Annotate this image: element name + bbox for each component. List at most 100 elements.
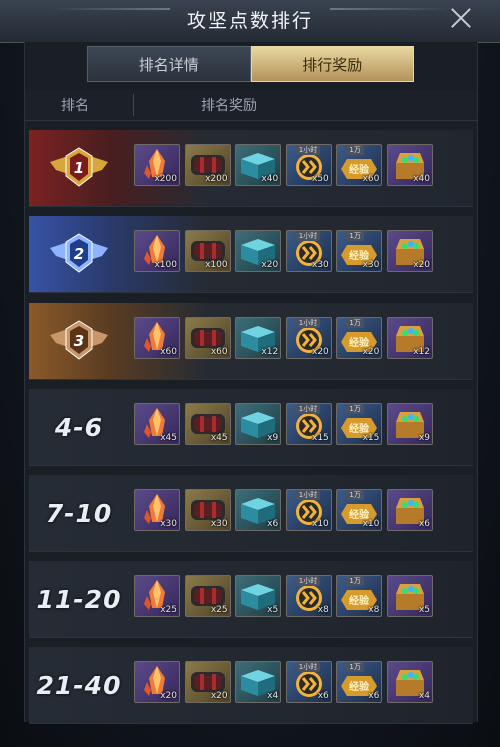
column-reward: 排名奖励 — [201, 98, 257, 114]
rank-range: 4-6 — [54, 412, 104, 442]
speedup-item[interactable]: 1小时 x8 — [285, 575, 332, 617]
item-quantity: x10 — [362, 519, 380, 529]
supply-crate-item[interactable]: x12 — [235, 317, 282, 359]
treasure-chest-item[interactable]: x6 — [386, 489, 433, 531]
window-header: 攻坚点数排行 — [0, 0, 500, 43]
reward-items: x45 x45 x9 1小时 x15 经验 1万 x15 x9 — [134, 403, 438, 445]
crystal-item[interactable]: x25 — [134, 575, 180, 617]
item-tag: 1小时 — [295, 404, 321, 414]
exp-item[interactable]: 经验 1万 x10 — [336, 489, 383, 531]
rank-range: 11-20 — [36, 584, 122, 614]
item-quantity: x30 — [210, 519, 228, 529]
exp-item[interactable]: 经验 1万 x15 — [336, 403, 383, 445]
rank-cell: 4-6 — [29, 389, 129, 465]
item-tag: 1小时 — [295, 318, 321, 328]
column-header: 排名 排名奖励 — [25, 90, 477, 121]
supply-crate-item[interactable]: x5 — [235, 575, 282, 617]
exp-item[interactable]: 经验 1万 x30 — [336, 230, 383, 272]
item-tag: 1万 — [346, 662, 364, 672]
armor-case-item[interactable]: x20 — [184, 661, 231, 703]
item-quantity: x200 — [205, 174, 228, 184]
item-quantity: x8 — [317, 605, 329, 615]
item-tag: 1小时 — [295, 490, 321, 500]
treasure-chest-item[interactable]: x9 — [386, 403, 433, 445]
leaderboard-window: 攻坚点数排行 排名详情 排行奖励 排名 排名奖励 1 x200 x200 x40 1小时… — [0, 0, 500, 747]
armor-case-item[interactable]: x60 — [184, 317, 231, 359]
item-quantity: x60 — [160, 347, 177, 357]
item-quantity: x20 — [210, 691, 228, 701]
speedup-item[interactable]: 1小时 x50 — [285, 144, 332, 186]
column-rank: 排名 — [61, 98, 89, 114]
speedup-item[interactable]: 1小时 x30 — [285, 230, 332, 272]
treasure-chest-item[interactable]: x20 — [386, 230, 433, 272]
rank-medal-icon: 2 — [50, 233, 108, 273]
rank-range: 21-40 — [36, 670, 122, 700]
exp-item[interactable]: 经验 1万 x20 — [336, 317, 383, 359]
speedup-item[interactable]: 1小时 x10 — [285, 489, 332, 531]
item-quantity: x5 — [267, 605, 279, 615]
reward-row: 1 x200 x200 x40 1小时 x50 经验 1万 x60 x40 — [29, 130, 473, 207]
column-divider — [133, 94, 134, 116]
armor-case-item[interactable]: x30 — [184, 489, 231, 531]
close-icon[interactable] — [450, 7, 472, 29]
item-quantity: x12 — [413, 347, 430, 357]
exp-item[interactable]: 经验 1万 x6 — [336, 661, 383, 703]
reward-row: 4-6 x45 x45 x9 1小时 x15 经验 1万 x15 x9 — [29, 389, 473, 466]
item-quantity: x60 — [210, 347, 228, 357]
item-tag: 1小时 — [295, 662, 321, 672]
treasure-chest-item[interactable]: x12 — [386, 317, 433, 359]
armor-case-item[interactable]: x25 — [184, 575, 231, 617]
item-tag: 1万 — [346, 404, 364, 414]
crystal-item[interactable]: x60 — [134, 317, 180, 359]
item-tag: 1万 — [346, 231, 364, 241]
reward-row: 7-10 x30 x30 x6 1小时 x10 经验 1万 x10 x6 — [29, 475, 473, 552]
treasure-chest-item[interactable]: x5 — [386, 575, 433, 617]
crystal-item[interactable]: x45 — [134, 403, 180, 445]
rank-medal-icon: 1 — [50, 147, 108, 187]
item-quantity: x20 — [160, 691, 177, 701]
supply-crate-item[interactable]: x4 — [235, 661, 282, 703]
item-quantity: x5 — [418, 605, 430, 615]
item-quantity: x25 — [210, 605, 228, 615]
treasure-chest-item[interactable]: x4 — [386, 661, 433, 703]
reward-row: 2 x100 x100 x20 1小时 x30 经验 1万 x30 x20 — [29, 216, 473, 293]
item-quantity: x40 — [413, 174, 430, 184]
supply-crate-item[interactable]: x6 — [235, 489, 282, 531]
exp-item[interactable]: 经验 1万 x60 — [336, 144, 383, 186]
reward-items: x25 x25 x5 1小时 x8 经验 1万 x8 x5 — [134, 575, 438, 617]
crystal-item[interactable]: x20 — [134, 661, 180, 703]
tab-rank-details[interactable]: 排名详情 — [87, 46, 251, 82]
armor-case-item[interactable]: x100 — [184, 230, 231, 272]
item-quantity: x60 — [362, 174, 380, 184]
rank-cell: 3 — [29, 303, 129, 379]
rank-range: 7-10 — [45, 498, 113, 528]
tab-rank-rewards[interactable]: 排行奖励 — [250, 46, 414, 82]
reward-row: 11-20 x25 x25 x5 1小时 x8 经验 1万 x8 x5 — [29, 561, 473, 638]
item-quantity: x15 — [362, 433, 380, 443]
armor-case-item[interactable]: x200 — [184, 144, 231, 186]
speedup-item[interactable]: 1小时 x6 — [285, 661, 332, 703]
treasure-chest-item[interactable]: x40 — [386, 144, 433, 186]
item-quantity: x25 — [160, 605, 177, 615]
item-quantity: x10 — [312, 519, 329, 529]
exp-item[interactable]: 经验 1万 x8 — [336, 575, 383, 617]
crystal-item[interactable]: x30 — [134, 489, 180, 531]
rank-cell: 7-10 — [29, 475, 129, 551]
supply-crate-item[interactable]: x40 — [235, 144, 282, 186]
item-quantity: x6 — [317, 691, 329, 701]
supply-crate-item[interactable]: x9 — [235, 403, 282, 445]
item-quantity: x20 — [413, 260, 430, 270]
armor-case-item[interactable]: x45 — [184, 403, 231, 445]
speedup-item[interactable]: 1小时 x20 — [285, 317, 332, 359]
rank-medal-icon: 3 — [50, 320, 108, 360]
rank-number: 1 — [74, 159, 84, 177]
speedup-item[interactable]: 1小时 x15 — [285, 403, 332, 445]
item-quantity: x45 — [160, 433, 177, 443]
reward-items: x200 x200 x40 1小时 x50 经验 1万 x60 x40 — [134, 144, 438, 186]
crystal-item[interactable]: x200 — [134, 144, 180, 186]
rank-cell: 21-40 — [29, 647, 129, 723]
item-quantity: x45 — [210, 433, 228, 443]
supply-crate-item[interactable]: x20 — [235, 230, 282, 272]
crystal-item[interactable]: x100 — [134, 230, 180, 272]
item-quantity: x6 — [267, 519, 279, 529]
